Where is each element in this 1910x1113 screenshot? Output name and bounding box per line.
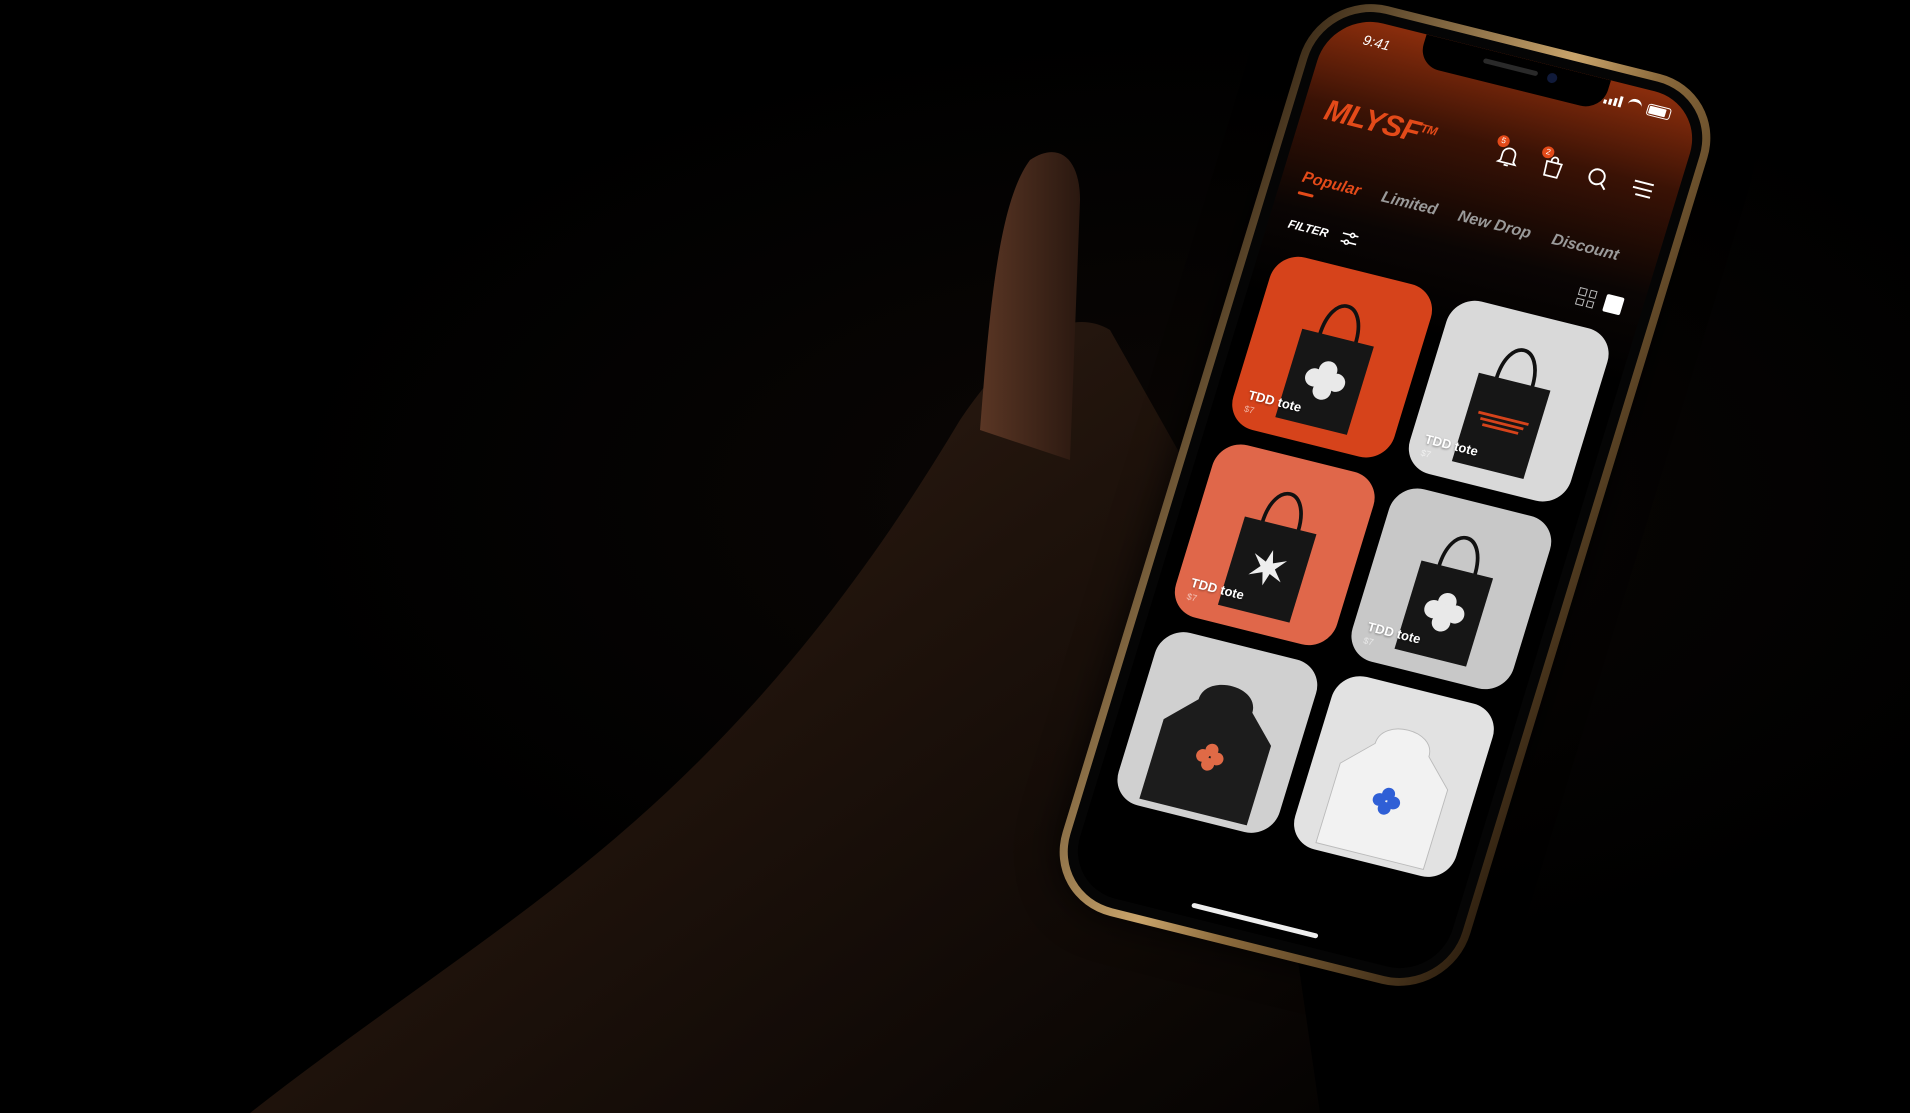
battery-icon [1645,102,1673,121]
tote-bag-image [1451,348,1551,479]
sliders-icon [1340,232,1359,246]
trademark-mark: TM [1418,121,1439,139]
tab-popular[interactable]: Popular [1300,169,1363,201]
hoodie-image [1139,684,1272,826]
filter-label: FILTER [1286,216,1331,241]
product-card[interactable]: TDD tote $7 [1225,250,1440,464]
grid-view-icon[interactable] [1574,287,1598,309]
signal-icon [1602,93,1624,108]
wifi-icon [1625,97,1644,114]
tab-limited[interactable]: Limited [1379,189,1439,220]
tab-new-drop[interactable]: New Drop [1455,208,1533,243]
header-actions: 5 2 [1492,133,1659,205]
tote-bag-image [1394,536,1494,667]
brand-logo[interactable]: MLYSFTM [1320,94,1440,154]
view-toggles [1574,287,1625,316]
product-card[interactable]: TDD tote $7 [1344,482,1559,696]
tote-bag-image [1217,492,1317,623]
hamburger-menu-icon[interactable] [1626,174,1659,205]
product-card[interactable]: TDD tote $7 [1167,438,1382,652]
hoodie-image [1315,728,1449,870]
product-card[interactable] [1287,670,1501,883]
shopping-bag-icon[interactable]: 2 [1537,145,1570,182]
search-icon[interactable] [1581,162,1614,193]
status-time: 9:41 [1361,31,1393,54]
filter-button[interactable]: FILTER [1286,215,1362,250]
tote-bag-image [1275,304,1374,435]
bell-icon[interactable]: 5 [1492,133,1525,171]
mockup-stage: 9:41 MLYSFTM 5 2 Popular Limited New Dro… [0,0,1910,1113]
single-view-icon[interactable] [1602,293,1625,316]
product-card[interactable] [1110,626,1325,839]
status-icons [1602,92,1673,121]
brand-logo-text: MLYSF [1320,93,1425,149]
tab-discount[interactable]: Discount [1549,231,1621,265]
product-card[interactable]: TDD tote $7 [1401,294,1616,508]
